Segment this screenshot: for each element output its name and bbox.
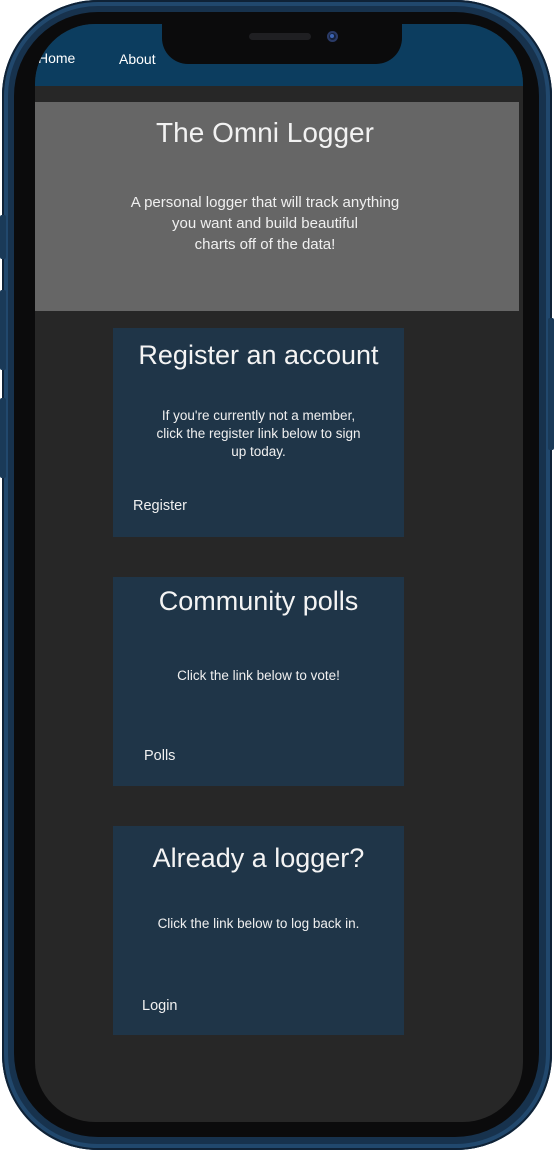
nav-link-home[interactable]: Home — [38, 50, 75, 66]
camera-notch — [162, 24, 402, 64]
phone-frame: Home About The Omni Logger A personal lo… — [0, 0, 554, 1150]
nav-link-about[interactable]: About — [119, 51, 156, 67]
register-card-title: Register an account — [138, 340, 379, 370]
hero-banner: The Omni Logger A personal logger that w… — [35, 102, 519, 311]
polls-card-text: Click the link below to vote! — [177, 668, 340, 683]
login-card-title: Already a logger? — [152, 843, 365, 873]
polls-card-title: Community polls — [158, 586, 359, 616]
speaker-grille — [249, 33, 311, 40]
register-link[interactable]: Register — [133, 498, 187, 514]
polls-link[interactable]: Polls — [144, 748, 175, 764]
power-button — [548, 318, 554, 450]
login-link[interactable]: Login — [142, 998, 177, 1014]
polls-card: Community polls Click the link below to … — [113, 577, 404, 786]
register-card-text: If you're currently not a member, click … — [156, 408, 361, 459]
camera-icon — [327, 31, 338, 42]
hero-description: A personal logger that will track anythi… — [130, 194, 400, 253]
phone-screen: Home About The Omni Logger A personal lo… — [35, 24, 523, 1122]
volume-down-button — [0, 398, 6, 478]
mute-switch — [0, 215, 6, 259]
page-title: The Omni Logger — [156, 117, 374, 148]
login-card: Already a logger? Click the link below t… — [113, 826, 404, 1035]
register-card: Register an account If you're currently … — [113, 328, 404, 537]
volume-up-button — [0, 290, 6, 370]
login-card-text: Click the link below to log back in. — [157, 916, 360, 931]
